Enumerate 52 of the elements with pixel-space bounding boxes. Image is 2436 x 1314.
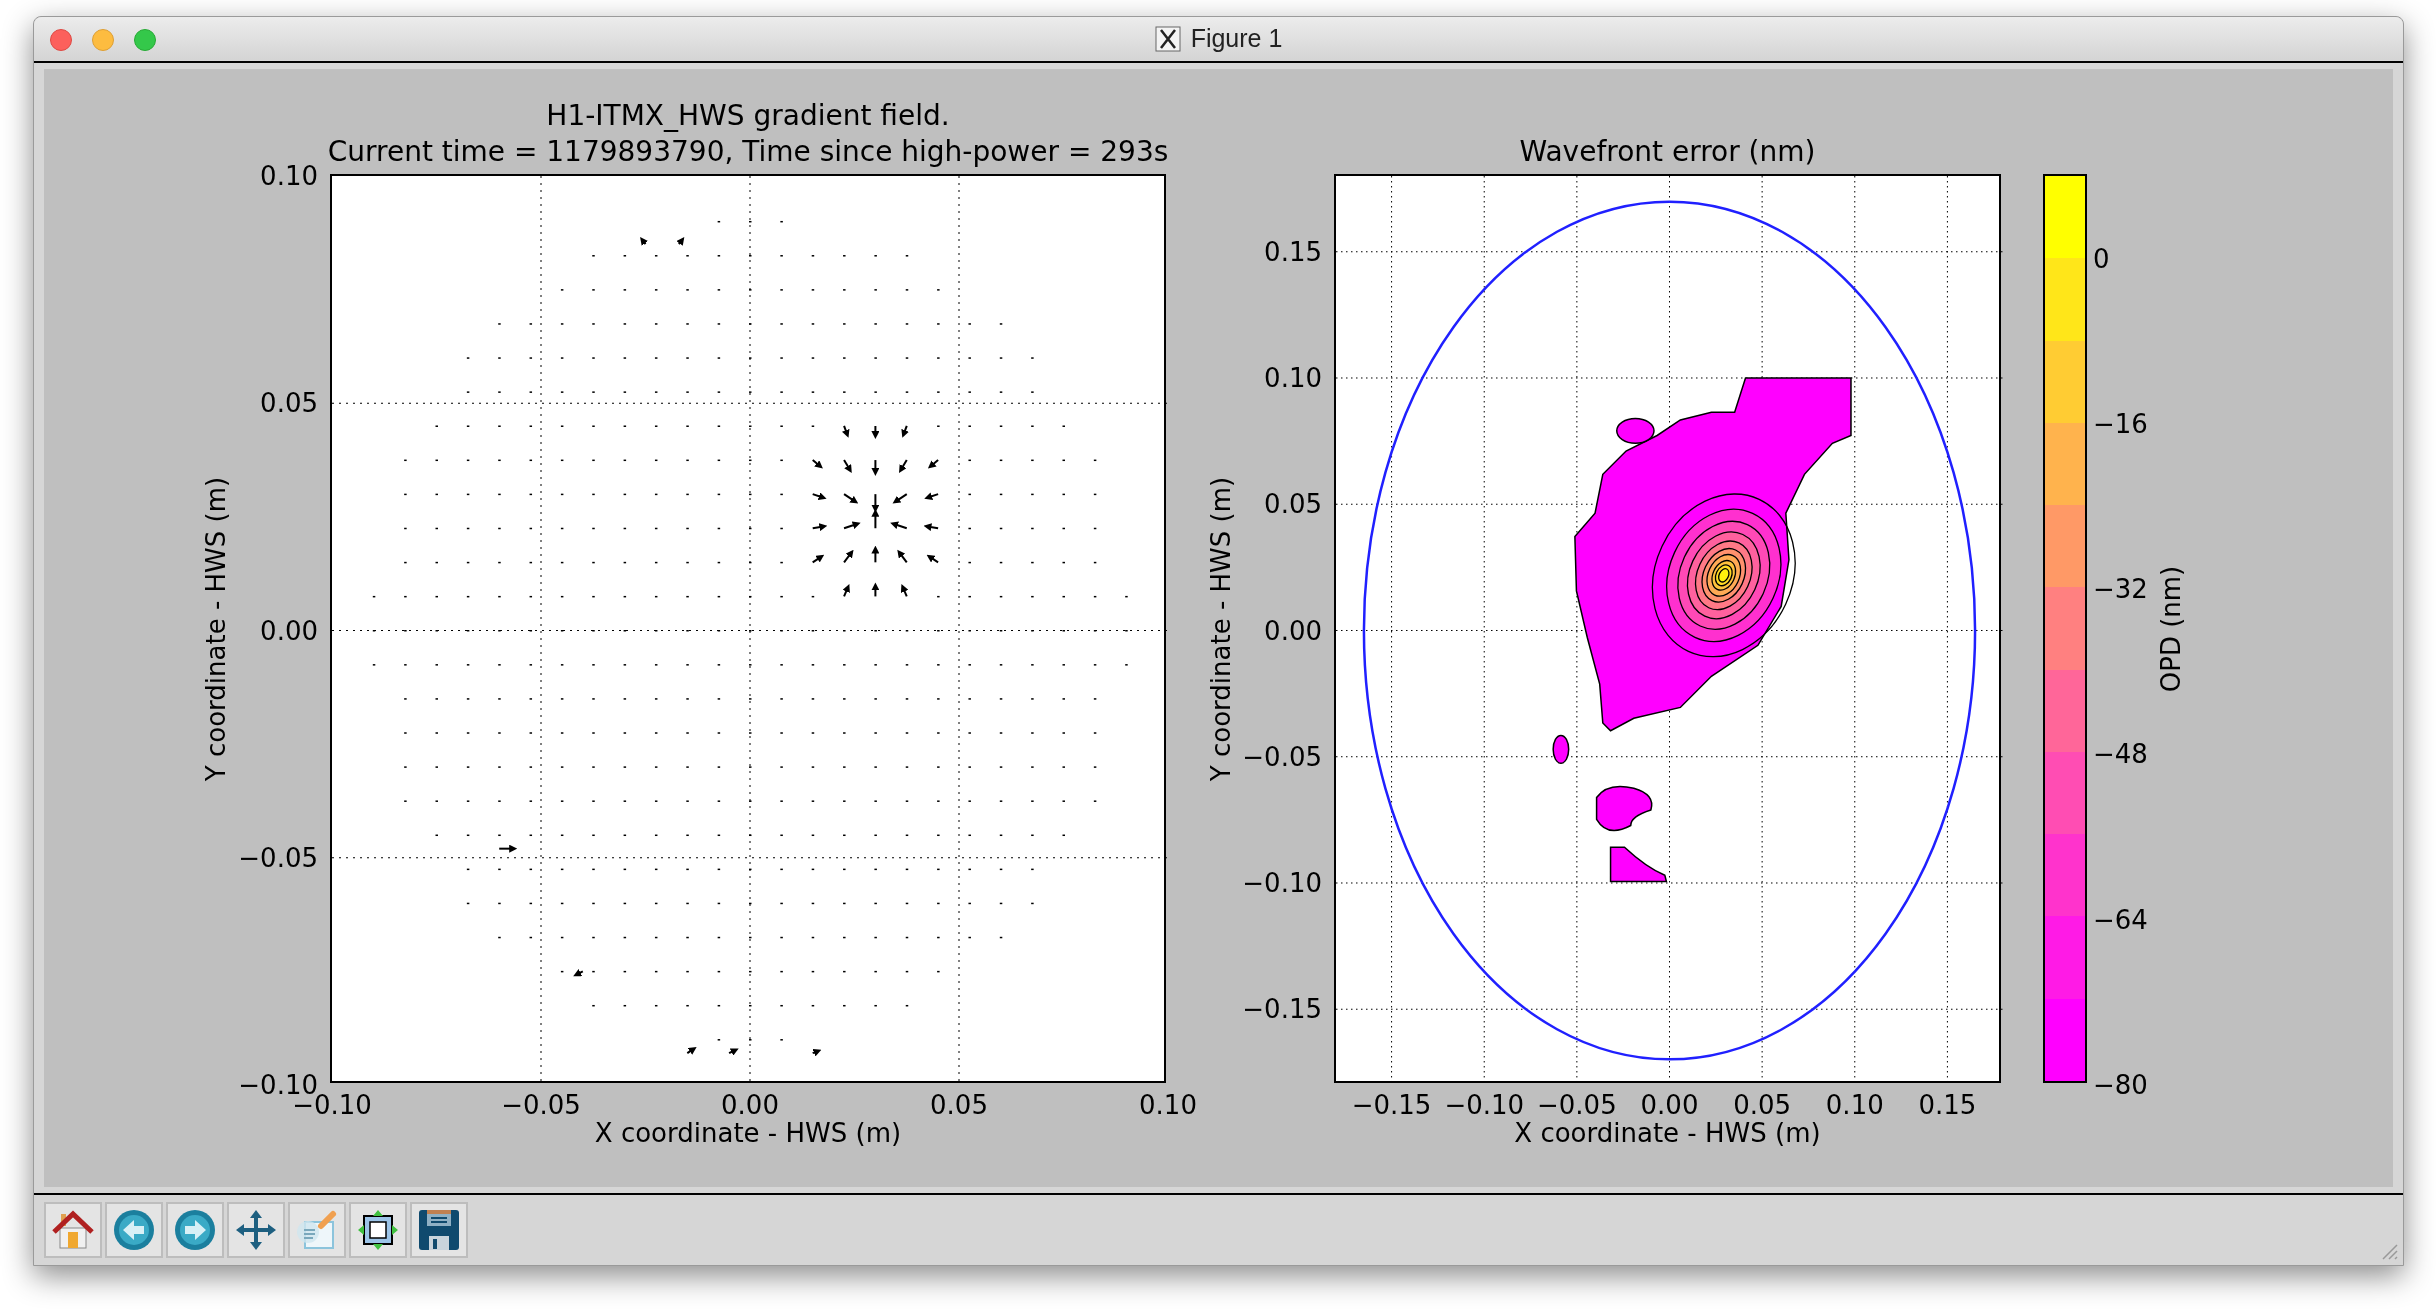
y-tick-label: −0.15 bbox=[1242, 996, 1322, 1023]
y-tick-label: −0.10 bbox=[238, 1072, 318, 1098]
x-tick-label: 0.05 bbox=[1733, 1092, 1792, 1118]
colorbar-tick-label: −32 bbox=[2093, 576, 2148, 603]
x-tick-label: −0.05 bbox=[1537, 1092, 1617, 1118]
y-tick-label: 0.10 bbox=[260, 163, 318, 189]
pan-button[interactable] bbox=[227, 1202, 285, 1258]
x-tick-label: −0.15 bbox=[1351, 1092, 1432, 1118]
save-button[interactable] bbox=[410, 1202, 468, 1258]
x-tick-label: 0.10 bbox=[1139, 1092, 1197, 1118]
home-button[interactable] bbox=[44, 1202, 102, 1258]
colorbar-tick-label: −48 bbox=[2093, 741, 2148, 768]
x-tick-label: −0.10 bbox=[1444, 1092, 1525, 1118]
subplots-button[interactable] bbox=[349, 1202, 407, 1258]
x-window-icon bbox=[1154, 26, 1181, 52]
x-tick-label: 0.10 bbox=[1825, 1092, 1884, 1118]
close-button[interactable] bbox=[50, 29, 72, 51]
colorbar-tick-label: −80 bbox=[2093, 1072, 2148, 1098]
colorbar-tick-label: 0 bbox=[2093, 245, 2110, 272]
window-title: Figure 1 bbox=[1190, 23, 1283, 55]
colorbar-tick-label: −64 bbox=[2093, 906, 2148, 933]
colorbar-tick-label: −16 bbox=[2093, 410, 2148, 437]
x-tick-label: 0.05 bbox=[930, 1092, 988, 1118]
plot-title: H1-ITMX_HWS gradient field. bbox=[546, 102, 950, 130]
x-tick-label: 0.15 bbox=[1918, 1092, 1977, 1118]
y-tick-label: 0.00 bbox=[1264, 617, 1322, 644]
y-axis-label: Y coordinate - HWS (m) bbox=[1208, 476, 1234, 781]
y-tick-label: 0.00 bbox=[260, 617, 318, 644]
y-tick-label: 0.10 bbox=[1264, 365, 1322, 391]
y-tick-label: 0.05 bbox=[1264, 491, 1322, 518]
y-tick-label: 0.15 bbox=[1264, 238, 1322, 265]
move-arrows-icon bbox=[234, 1208, 278, 1252]
back-button[interactable] bbox=[105, 1202, 163, 1258]
frame-arrows-icon bbox=[356, 1208, 400, 1252]
y-axis-label: Y coordinate - HWS (m) bbox=[203, 476, 229, 781]
x-tick-label: −0.05 bbox=[501, 1092, 581, 1118]
forward-button[interactable] bbox=[166, 1202, 224, 1258]
y-tick-label: 0.05 bbox=[260, 390, 318, 417]
document-pencil-icon bbox=[295, 1208, 339, 1252]
plot-title: Wavefront error (nm) bbox=[1519, 138, 1816, 166]
home-icon bbox=[51, 1208, 95, 1252]
x-tick-label: 0.00 bbox=[1640, 1092, 1699, 1118]
y-tick-label: −0.05 bbox=[1242, 743, 1322, 770]
y-tick-label: −0.05 bbox=[238, 844, 318, 871]
x-tick-label: 0.00 bbox=[721, 1092, 779, 1118]
colorbar-label: OPD (nm) bbox=[2158, 565, 2184, 692]
x-axis-label: X coordinate - HWS (m) bbox=[594, 1120, 902, 1146]
x-axis-label: X coordinate - HWS (m) bbox=[1514, 1120, 1821, 1146]
save-icon bbox=[417, 1208, 461, 1252]
plot-subtitle: Current time = 1179893790, Time since high-power = 293s bbox=[327, 138, 1169, 166]
y-tick-label: −0.10 bbox=[1242, 870, 1322, 896]
maximize-button[interactable] bbox=[134, 29, 156, 51]
